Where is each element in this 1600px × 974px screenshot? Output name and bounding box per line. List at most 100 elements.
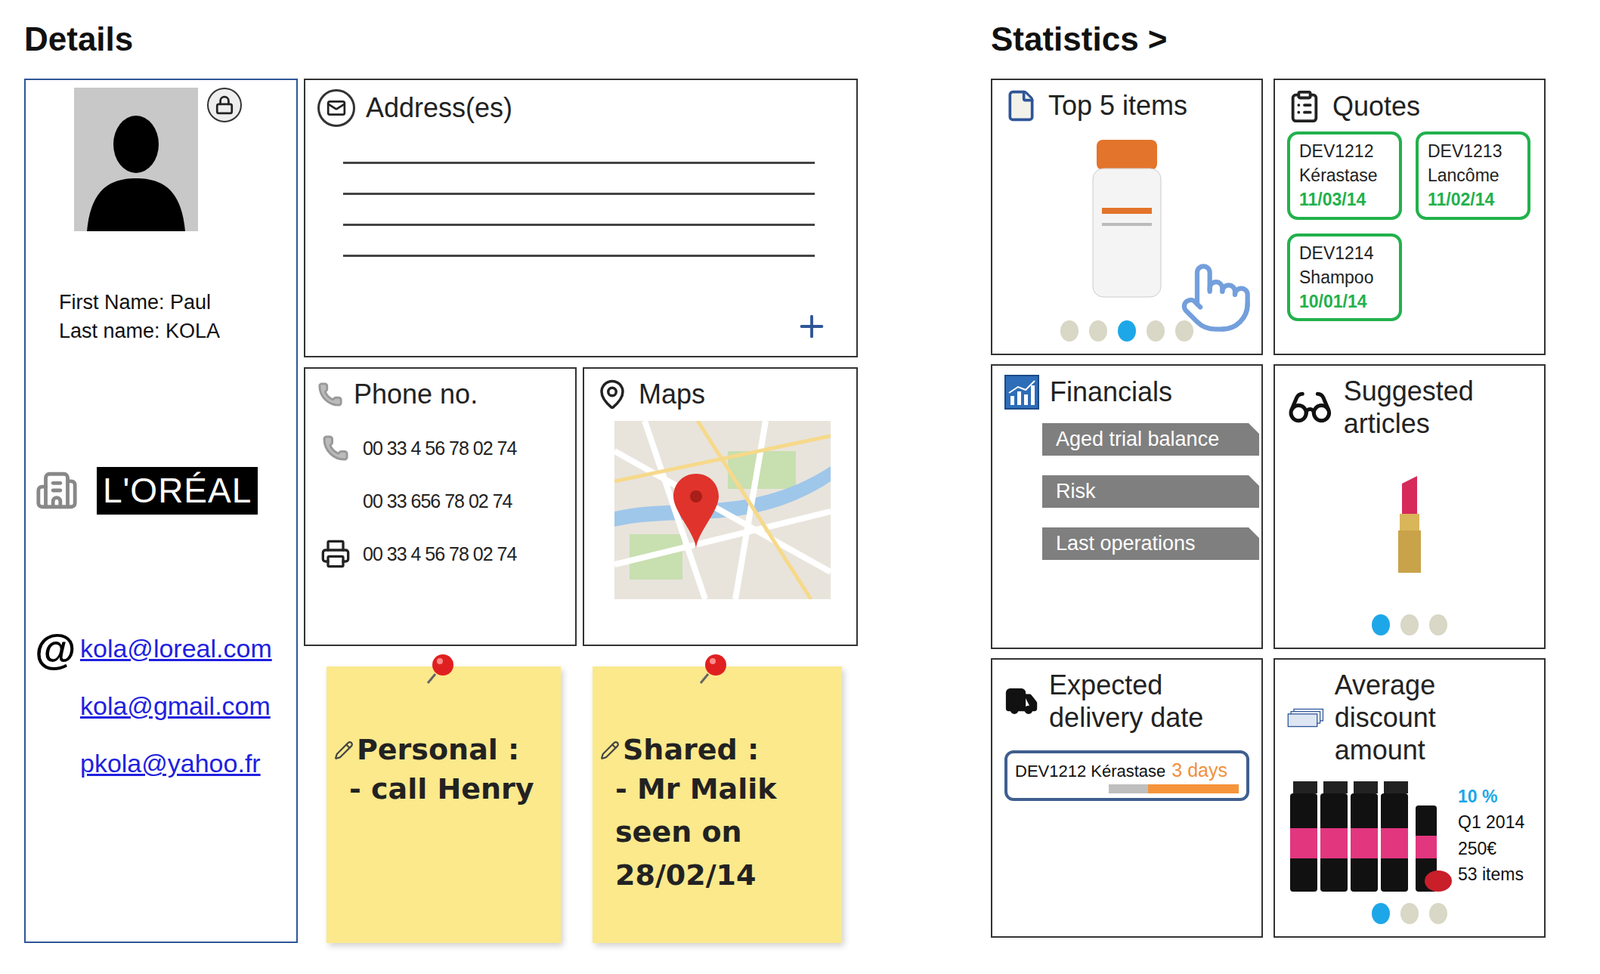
note-line: - call Henry [334, 767, 552, 811]
quotes-header: Quotes [1287, 89, 1532, 124]
quote-list: DEV1212Kérastase11/03/14DEV1213Lancôme11… [1287, 131, 1532, 322]
address-line[interactable] [343, 192, 815, 195]
delivery-bar-remaining [1148, 784, 1239, 794]
pencil-icon [334, 740, 354, 761]
address-line[interactable] [343, 161, 815, 165]
delivery-bar [1108, 784, 1239, 794]
product-carousel[interactable] [1004, 122, 1250, 316]
phone-list: 00 33 4 56 78 02 74 00 33 656 78 02 74 00 … [317, 430, 564, 573]
map-card: Maps [582, 367, 858, 647]
at-icon: @ [34, 628, 78, 671]
carousel-dot[interactable] [1146, 320, 1165, 342]
address-line[interactable] [343, 254, 815, 257]
discount-stats: 10 %Q1 2014250€53 items [1457, 783, 1525, 889]
phone-row[interactable]: 00 33 4 56 78 02 74 [317, 535, 564, 573]
map-icon [614, 420, 831, 600]
financials-title: Financials [1049, 375, 1173, 409]
email-row: @kola@loreal.com [34, 628, 286, 671]
quote-card[interactable]: DEV1212Kérastase11/03/14 [1287, 131, 1402, 220]
email-link[interactable]: pkola@yahoo.fr [80, 748, 261, 779]
phone-title: Phone no. [353, 377, 478, 411]
statistics-section: Statistics >Top 5 itemsQuotesDEV1212Kéra… [990, 22, 1546, 960]
details-grid: First Name: PaulLast name: KOLAL'ORÉAL@k… [24, 78, 858, 944]
company-row: L'ORÉAL [34, 467, 286, 515]
address-title: Address(es) [365, 91, 513, 124]
quote-brand: Lancôme [1427, 163, 1519, 188]
quote-brand: Shampoo [1299, 265, 1390, 290]
map-view[interactable] [614, 420, 831, 600]
pushpin-icon [424, 651, 459, 685]
phone-row[interactable]: 00 33 4 56 78 02 74 [317, 430, 564, 467]
lock-button[interactable] [207, 87, 242, 123]
carousel-dot[interactable] [1371, 903, 1390, 925]
carousel-dot[interactable] [1371, 614, 1390, 636]
carousel-dot[interactable] [1429, 903, 1448, 925]
avatar[interactable] [74, 87, 199, 232]
discount-card: Average discount amount 10 %Q1 2014250€53… [1273, 658, 1546, 938]
carousel-dot[interactable] [1117, 320, 1136, 342]
hand-overlay [1178, 259, 1254, 339]
statistics-grid: Top 5 itemsQuotesDEV1212Kérastase11/03/1… [990, 78, 1546, 938]
quotes-card: QuotesDEV1212Kérastase11/03/14DEV1213Lan… [1273, 78, 1546, 356]
carousel-dot[interactable] [1175, 320, 1194, 342]
carousel-dots [1287, 898, 1532, 928]
note-line: - Mr Malik [600, 767, 833, 811]
carousel-dot[interactable] [1429, 614, 1448, 636]
quote-id: DEV1213 [1427, 139, 1519, 164]
mail-icon [326, 98, 347, 118]
phone-icon [321, 434, 350, 462]
note-title: Personal : [334, 733, 552, 768]
financials-header: Financials [1004, 374, 1250, 410]
quote-card[interactable]: DEV1213Lancôme11/02/14 [1415, 131, 1531, 220]
delivery-remaining: 3 days [1171, 759, 1228, 782]
last-name: Last name: KOLA [58, 317, 286, 347]
delivery-bar-elapsed [1108, 784, 1149, 794]
quote-card[interactable]: DEV1214Shampoo10/01/14 [1287, 233, 1402, 322]
financial-button[interactable]: Aged trial balance [1042, 423, 1260, 456]
discount-header: Average discount amount [1287, 668, 1532, 768]
discount-rate: 10 % [1457, 783, 1525, 811]
note-line: 28/02/14 [600, 854, 833, 898]
carousel-dot[interactable] [1060, 320, 1079, 342]
email-link[interactable]: kola@gmail.com [80, 691, 271, 722]
truck-icon [1004, 677, 1039, 725]
person-icon [86, 102, 186, 232]
phone-kind [317, 535, 354, 573]
lock-icon [214, 95, 235, 115]
delivery-header: Expected delivery date [1004, 668, 1250, 734]
phone-header: Phone no. [317, 377, 564, 411]
quotes-title: Quotes [1332, 89, 1421, 123]
quote-id: DEV1212 [1299, 139, 1390, 164]
document-icon [1004, 89, 1038, 123]
sticky-note[interactable]: Shared :- Mr Malikseen on28/02/14 [592, 666, 842, 944]
delivery-item[interactable]: DEV1212 Kérastase3 days [1004, 750, 1250, 802]
quote-brand: Kérastase [1299, 163, 1390, 188]
email-link[interactable]: kola@loreal.com [80, 634, 273, 664]
financial-button[interactable]: Risk [1042, 475, 1260, 508]
quote-date: 11/02/14 [1427, 187, 1519, 212]
financial-buttons: Aged trial balanceRiskLast operations [1042, 423, 1250, 561]
address-line[interactable] [343, 223, 815, 226]
statistics-title[interactable]: Statistics > [990, 22, 1546, 56]
email-row: @pkola@yahoo.fr [34, 742, 286, 786]
quote-id: DEV1214 [1299, 241, 1390, 266]
sticky-note[interactable]: Personal :- call Henry [326, 666, 561, 944]
phone-card: Phone no. 00 33 4 56 78 02 74 00 33 656 78… [303, 367, 577, 647]
financial-button[interactable]: Last operations [1042, 527, 1260, 561]
phone-row[interactable]: 00 33 656 78 02 74 [317, 482, 564, 520]
delivery-label: DEV1212 Kérastase [1015, 761, 1166, 782]
fax-icon [320, 538, 351, 570]
suggested-card: Suggested articles [1273, 364, 1546, 650]
quote-date: 11/03/14 [1299, 187, 1390, 212]
phone-kind [317, 430, 354, 467]
carousel-dot[interactable] [1089, 320, 1108, 342]
map-icon [596, 378, 629, 411]
carousel-dot[interactable] [1400, 903, 1419, 925]
article-carousel[interactable] [1287, 439, 1532, 610]
delivery-card: Expected delivery date DEV1212 Kérastase3… [990, 658, 1263, 938]
product-image [1085, 139, 1169, 299]
plus-icon [794, 309, 830, 344]
phone-number: 00 33 656 78 02 74 [362, 490, 512, 513]
add-address-button[interactable] [794, 309, 830, 344]
carousel-dot[interactable] [1400, 614, 1419, 636]
